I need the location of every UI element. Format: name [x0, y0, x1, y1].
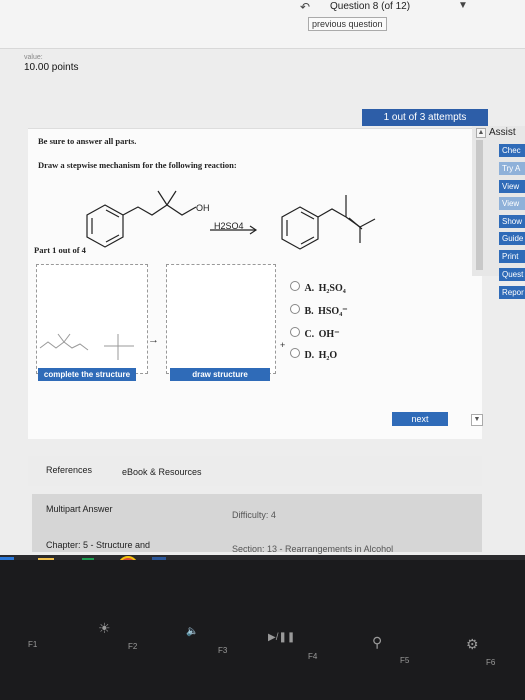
references-link[interactable]: References	[46, 465, 92, 475]
option-text: OH⁻	[318, 329, 340, 340]
keyboard-area: F1 F2 F3 F4 F5 F6 ☀ 🔈 ▶/❚❚ ⚲ ⚙	[0, 560, 525, 700]
answer-option-b[interactable]: B. HSO₄⁻	[290, 301, 347, 319]
radio-button[interactable]	[290, 281, 300, 291]
reaction-arrow-icon: →	[148, 334, 159, 346]
sidebar-report[interactable]: Repor	[499, 286, 525, 299]
radio-button[interactable]	[290, 327, 300, 337]
plus-sign: +	[280, 340, 286, 350]
key-f6: F6	[486, 658, 496, 667]
chevron-down-icon[interactable]: ▼	[458, 0, 468, 11]
option-letter: A.	[304, 283, 315, 294]
key-f1: F1	[28, 640, 38, 649]
answer-option-a[interactable]: A. H₂SO₄	[290, 278, 346, 296]
partial-structure	[39, 333, 134, 360]
brightness-icon: ☀	[98, 620, 111, 636]
key-f4: F4	[308, 652, 318, 661]
radio-button[interactable]	[290, 304, 300, 314]
sidebar-try-again[interactable]: Try A	[499, 162, 525, 175]
attempts-badge: 1 out of 3 attempts	[362, 109, 488, 126]
chapter-label: Chapter: 5 - Structure and	[46, 540, 151, 550]
browser-screen: ↶ Question 8 (of 12) previous question ▼…	[0, 0, 525, 560]
section-label: Section: 13 - Rearrangements in Alcohol	[232, 544, 394, 554]
option-text: H₂O	[318, 350, 338, 361]
option-letter: B.	[304, 306, 314, 317]
option-letter: C.	[304, 329, 315, 340]
references-bar	[28, 456, 482, 486]
next-button[interactable]: next	[392, 412, 448, 426]
draw-structure-button[interactable]: draw structure	[170, 368, 270, 381]
scroll-up-icon[interactable]: ▲	[476, 128, 486, 138]
value-label: value:	[24, 54, 43, 61]
points-value: 10.00 points	[24, 62, 79, 73]
option-text: HSO₄⁻	[318, 306, 348, 317]
option-text: H₂SO₄	[318, 283, 346, 294]
mute-icon: 🔈	[186, 626, 199, 637]
difficulty-label: Difficulty: 4	[232, 510, 276, 520]
previous-question-button[interactable]: previous question	[308, 17, 387, 31]
reagent-label: H2SO4	[214, 221, 244, 231]
sidebar-view-2[interactable]: View	[499, 197, 525, 210]
scrollbar-thumb[interactable]	[476, 140, 483, 270]
sidebar-check[interactable]: Chec	[499, 144, 525, 157]
sidebar-show[interactable]: Show	[499, 215, 525, 228]
question-header	[0, 0, 525, 49]
complete-structure-button[interactable]: complete the structure	[38, 368, 136, 381]
structure-box-2[interactable]	[166, 264, 276, 374]
prompt-text: Draw a stepwise mechanism for the follow…	[38, 160, 237, 170]
sidebar-view-1[interactable]: View	[499, 180, 525, 193]
key-f2: F2	[128, 642, 138, 651]
answer-option-d[interactable]: D. H₂O	[290, 345, 337, 363]
ebook-resources-link[interactable]: eBook & Resources	[122, 467, 202, 477]
back-arrow-icon[interactable]: ↶	[300, 0, 310, 14]
radio-button[interactable]	[290, 348, 300, 358]
sidebar-question[interactable]: Quest	[499, 268, 525, 281]
answer-option-c[interactable]: C. OH⁻	[290, 324, 339, 342]
question-counter: Question 8 (of 12)	[330, 1, 411, 12]
search-icon: ⚲	[372, 634, 383, 650]
instruction-text: Be sure to answer all parts.	[38, 136, 137, 146]
settings-icon: ⚙	[466, 636, 479, 652]
oh-label: OH	[196, 203, 210, 213]
sidebar-print[interactable]: Print	[499, 250, 525, 263]
assistance-title: Assist	[489, 127, 516, 138]
key-f5: F5	[400, 656, 410, 665]
multipart-answer-label: Multipart Answer	[46, 504, 113, 514]
part-label: Part 1 out of 4	[34, 245, 86, 255]
play-pause-icon: ▶/❚❚	[268, 632, 296, 643]
key-f3: F3	[218, 646, 228, 655]
sidebar-guide[interactable]: Guide	[499, 232, 525, 245]
option-letter: D.	[304, 350, 315, 361]
scroll-down-icon[interactable]: ▼	[471, 414, 483, 426]
